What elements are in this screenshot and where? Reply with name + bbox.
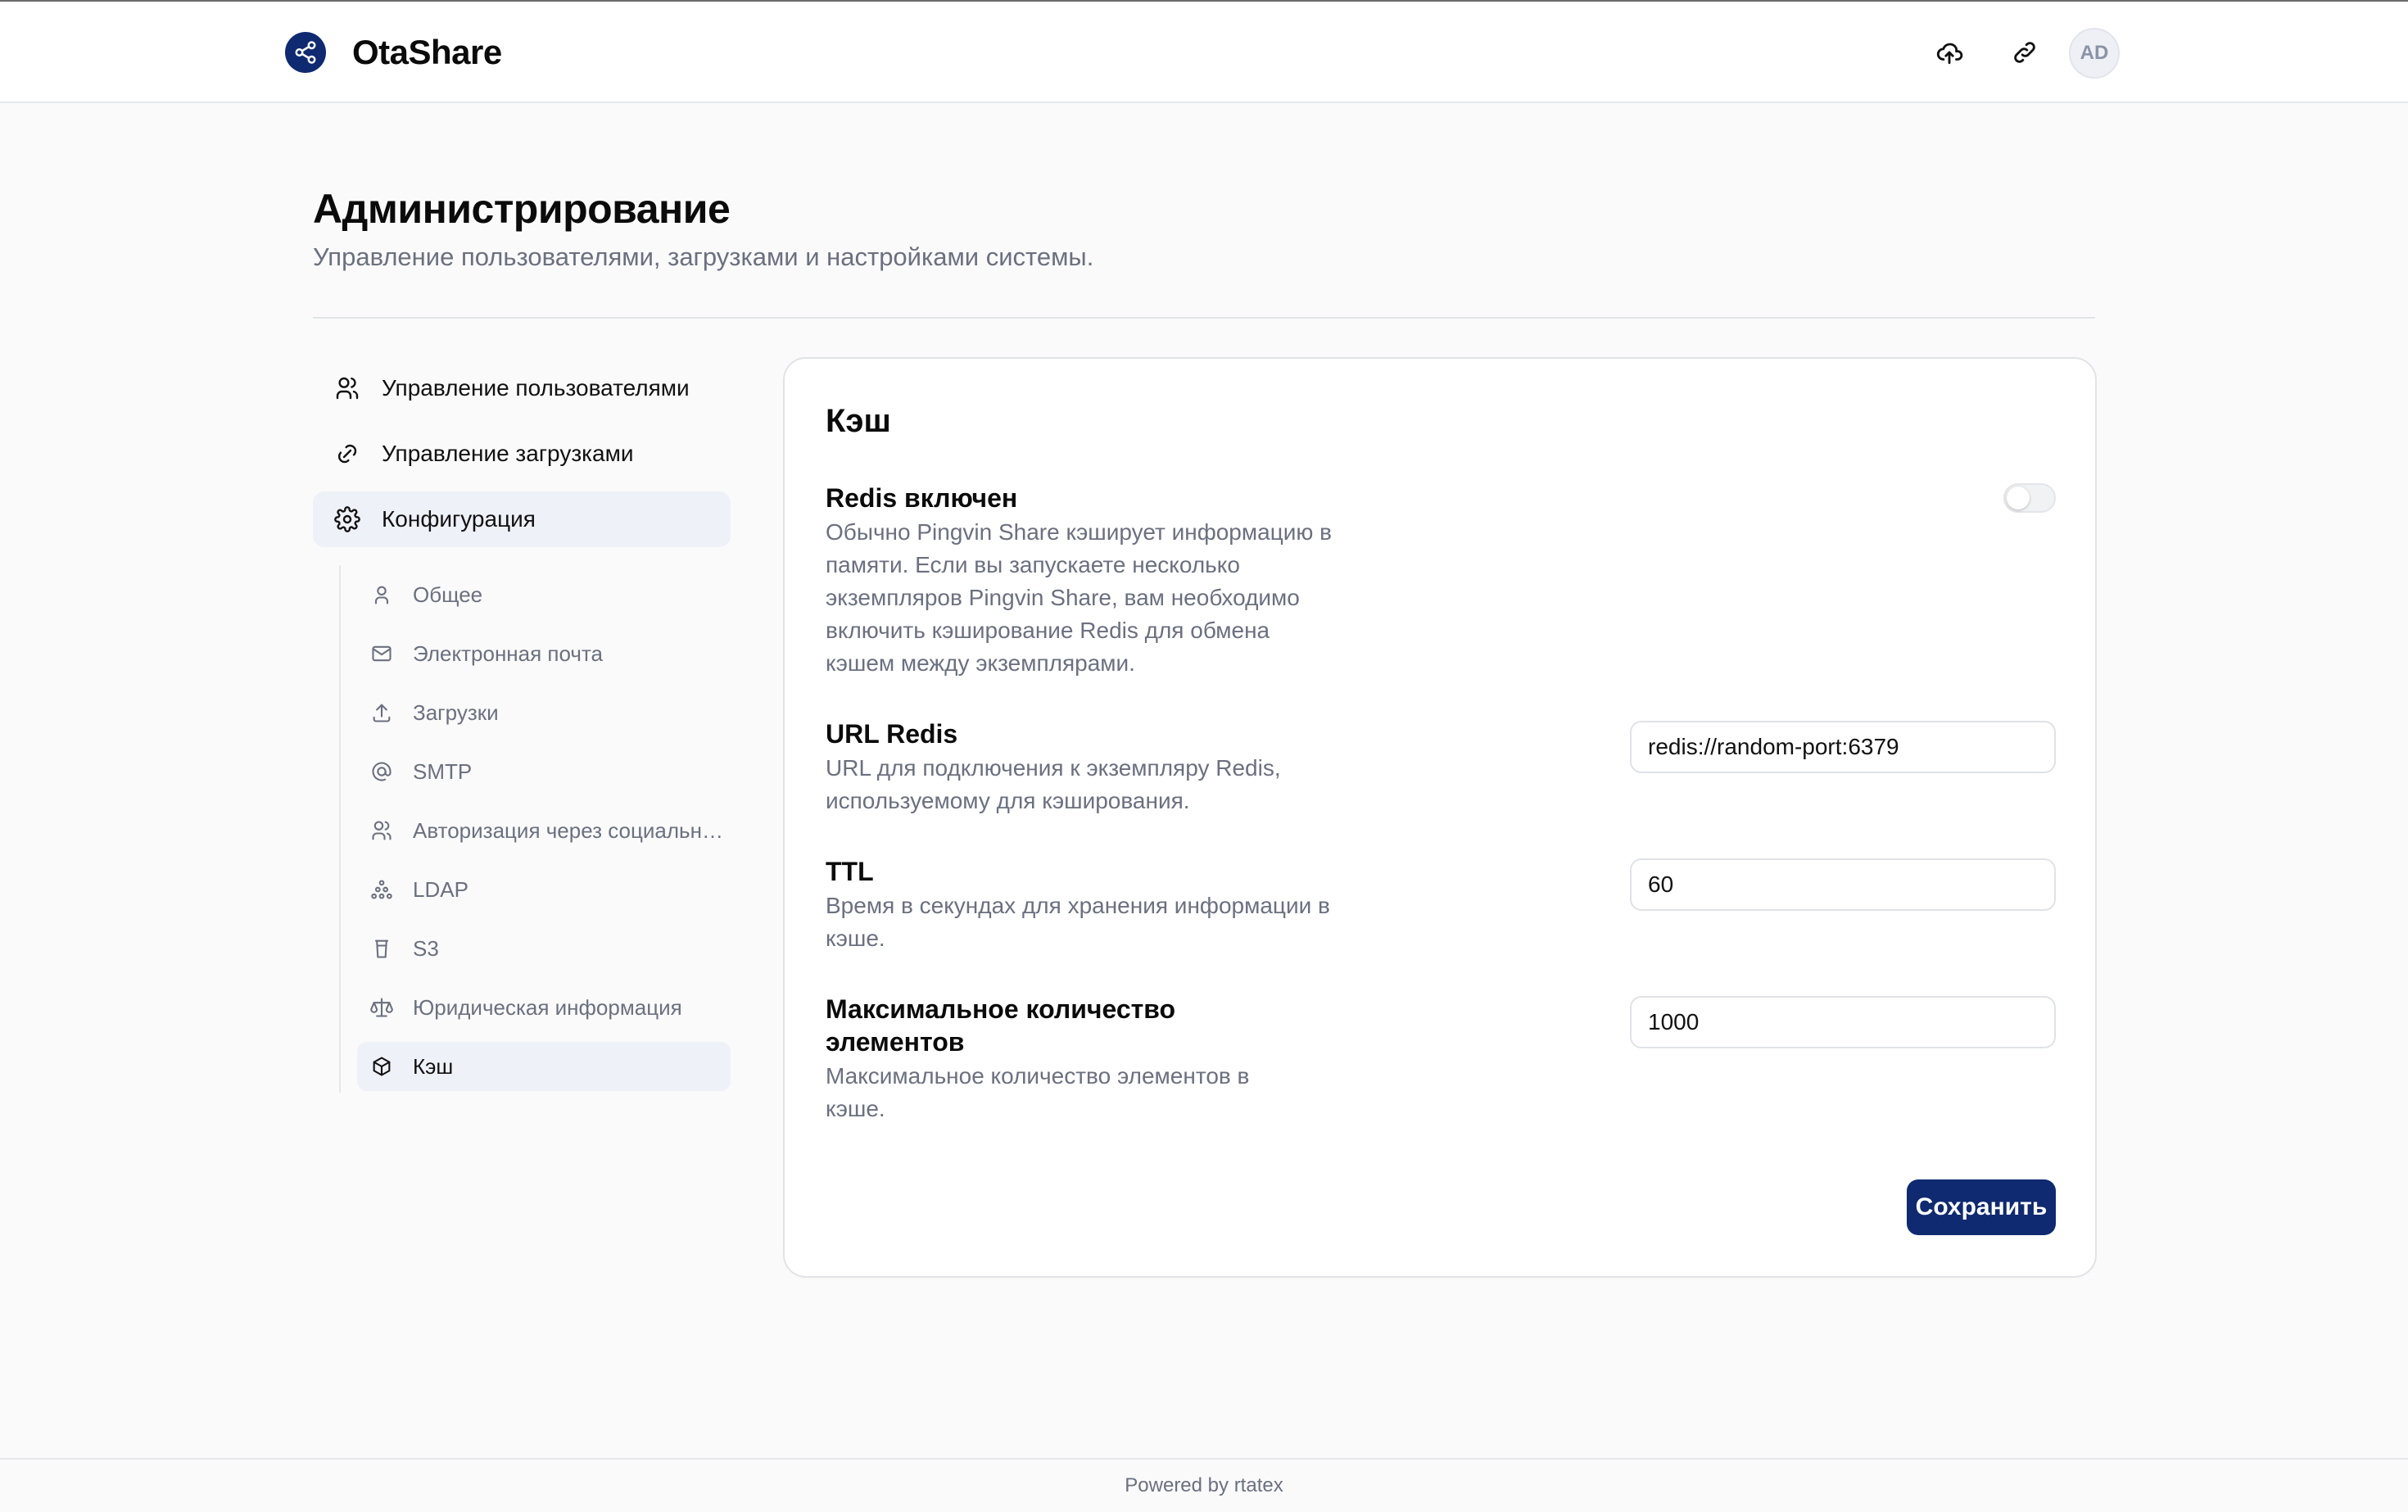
subnav-item-label: SMTP [413, 758, 473, 784]
subnav-item-legal[interactable]: Юридическая информация [357, 983, 731, 1032]
settings-card: Кэш Redis включен Обычно Pingvin Share к… [783, 357, 2097, 1278]
link-icon [333, 439, 362, 469]
nav-item-configuration[interactable]: Конфигурация [313, 491, 731, 547]
subnav-item-label: Авторизация через социальные сети [413, 817, 731, 843]
setting-desc-redis-url: URL для подключения к экземпляру Redis, … [826, 755, 1281, 813]
max-items-input[interactable] [1630, 996, 2056, 1048]
setting-desc-redis-enabled: Обычно Pingvin Share кэширует информацию… [826, 519, 1333, 676]
subnav-item-general[interactable]: Общее [357, 570, 731, 619]
footer: Powered by rtatex [0, 1458, 2408, 1512]
at-icon [369, 758, 395, 785]
card-title: Кэш [826, 403, 891, 439]
redis-enabled-toggle[interactable] [2003, 483, 2056, 513]
setting-title-redis-url: URL Redis [826, 719, 958, 749]
subnav-guide-line [339, 565, 341, 1093]
setting-title-ttl: TTL [826, 857, 874, 886]
users-icon [369, 817, 395, 844]
users-icon [333, 373, 362, 403]
user-icon [369, 582, 395, 608]
toggle-knob [2007, 487, 2030, 509]
upload-icon [369, 699, 395, 726]
subnav-item-email[interactable]: Электронная почта [357, 629, 731, 678]
nav-item-uploads[interactable]: Управление загрузками [313, 426, 731, 482]
subnav-item-label: LDAP [413, 876, 468, 902]
gear-icon [333, 505, 362, 534]
ttl-input[interactable] [1630, 858, 2056, 911]
nav-item-label: Управление пользователями [382, 375, 690, 401]
subnav-item-cache[interactable]: Кэш [357, 1042, 731, 1091]
nav-item-label: Конфигурация [382, 506, 536, 532]
avatar[interactable]: AD [2069, 28, 2120, 79]
link-icon[interactable] [2000, 28, 2049, 77]
setting-desc-max-items: Максимальное количество элементов в кэше… [826, 1063, 1250, 1121]
app-name[interactable]: OtaShare [352, 33, 502, 72]
page-title: Администрирование [313, 186, 731, 232]
save-button[interactable]: Сохранить [1907, 1179, 2056, 1235]
divider [313, 317, 2095, 319]
mail-icon [369, 641, 395, 667]
setting-title-redis-enabled: Redis включен [826, 483, 1018, 513]
subnav-item-label: Загрузки [413, 699, 499, 725]
setting-title-max-items: Максимальное количество элементов [826, 994, 1176, 1057]
subnav-item-smtp[interactable]: SMTP [357, 747, 731, 796]
network-icon [369, 876, 395, 903]
nav-item-label: Управление загрузками [382, 441, 634, 466]
cube-icon [369, 1053, 395, 1080]
subnav-item-label: S3 [413, 935, 439, 961]
redis-url-input[interactable] [1630, 721, 2056, 773]
subnav-item-label: Кэш [413, 1053, 454, 1079]
subnav-item-s3[interactable]: S3 [357, 924, 731, 973]
share-icon[interactable] [285, 32, 326, 73]
bucket-icon [369, 935, 395, 962]
subnav-item-ldap[interactable]: LDAP [357, 865, 731, 914]
subnav-item-label: Общее [413, 582, 483, 607]
nav-item-users[interactable]: Управление пользователями [313, 360, 731, 416]
cloud-upload-icon[interactable] [1925, 28, 1974, 77]
subnav-item-social-auth[interactable]: Авторизация через социальные сети [357, 806, 731, 855]
scale-icon [369, 994, 395, 1021]
footer-text: Powered by rtatex [1125, 1474, 1283, 1496]
subnav-item-label: Юридическая информация [413, 994, 682, 1020]
subnav-item-label: Электронная почта [413, 641, 604, 666]
page-subtitle: Управление пользователями, загрузками и … [313, 242, 1094, 271]
app-header: OtaShare AD [0, 2, 2408, 103]
setting-desc-ttl: Время в секундах для хранения информации… [826, 893, 1330, 951]
subnav-item-uploads[interactable]: Загрузки [357, 688, 731, 737]
